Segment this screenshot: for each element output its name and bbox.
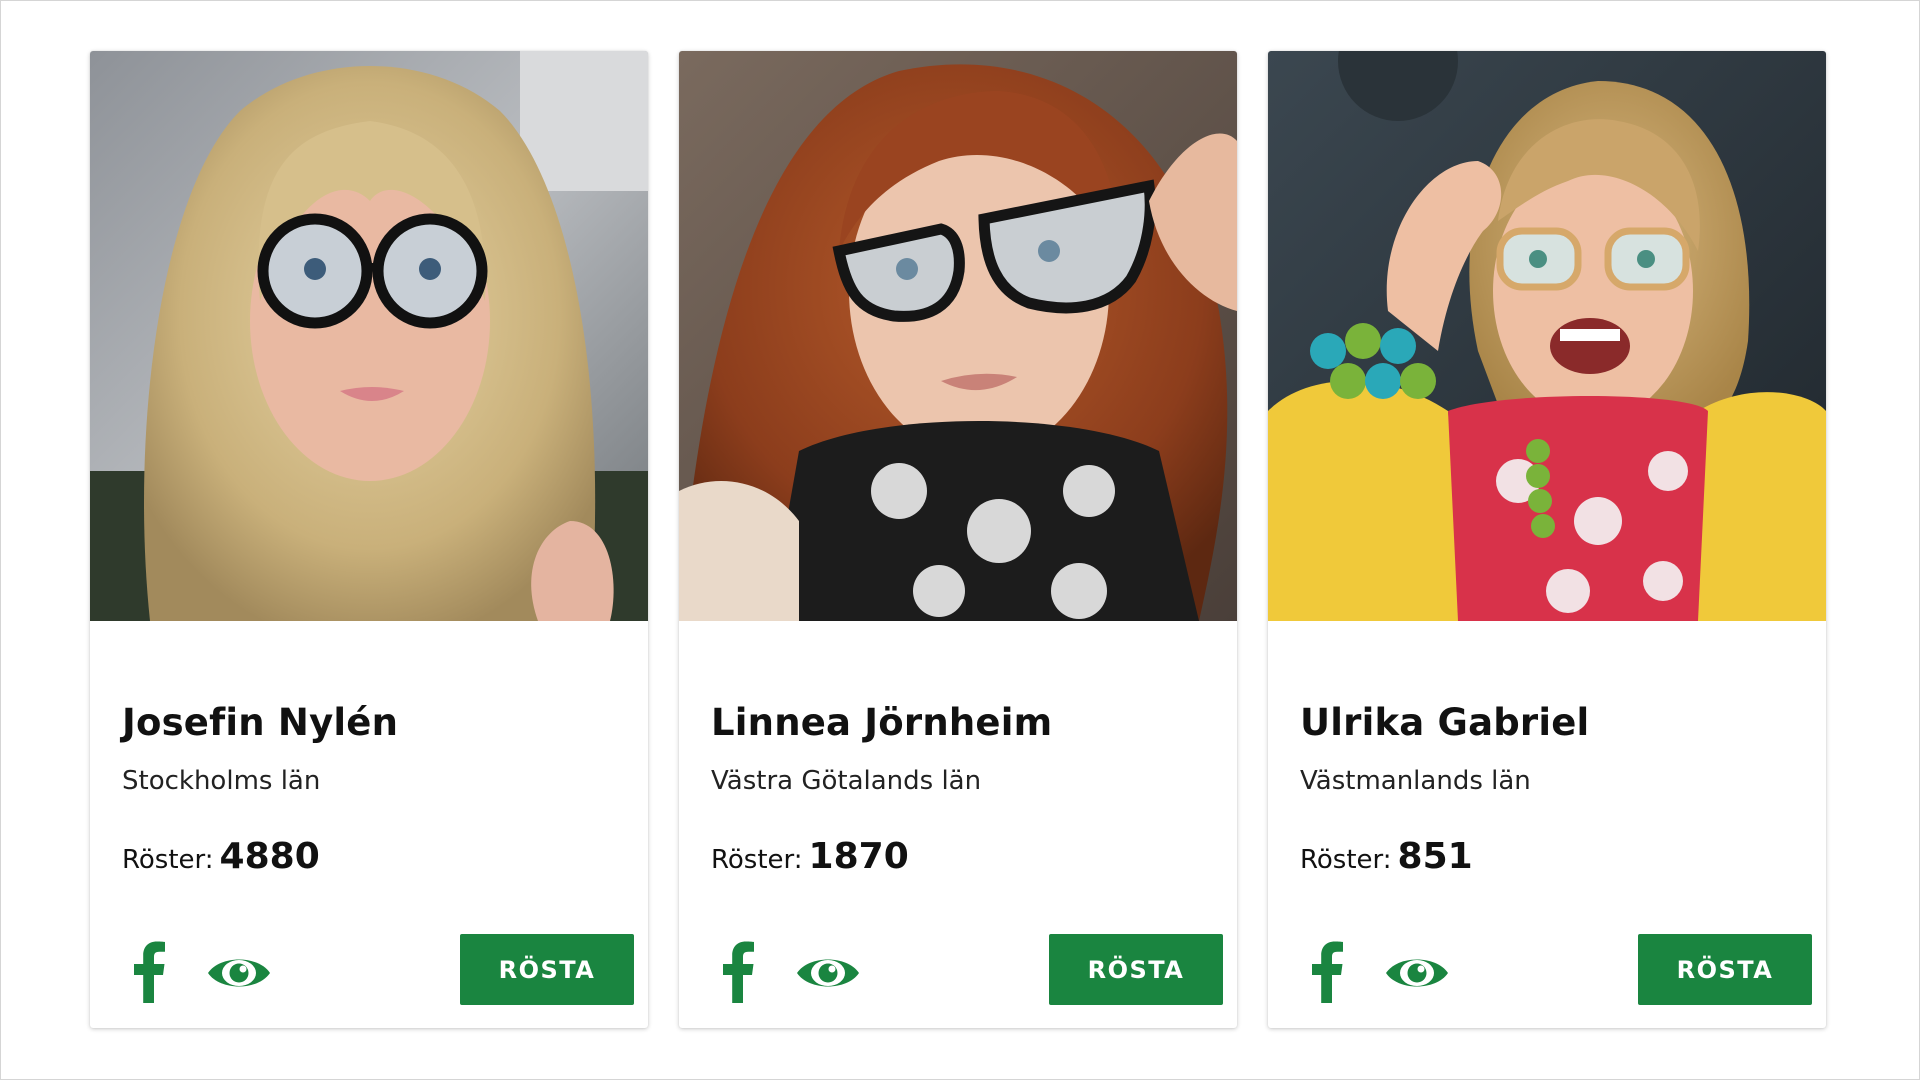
- candidate-card: Linnea Jörnheim Västra Götalands län Rös…: [679, 51, 1237, 1028]
- vote-button[interactable]: RÖSTA: [1638, 934, 1812, 1005]
- vote-count: Röster: 4880: [122, 836, 320, 877]
- votes-label: Röster:: [711, 845, 803, 875]
- vote-count: Röster: 851: [1300, 836, 1473, 877]
- candidate-name: Josefin Nylén: [122, 701, 399, 744]
- votes-value: 1870: [808, 836, 909, 877]
- candidate-name: Linnea Jörnheim: [711, 701, 1053, 744]
- candidate-region: Västra Götalands län: [711, 766, 982, 796]
- candidate-card: Ulrika Gabriel Västmanlands län Röster: 8…: [1268, 51, 1826, 1028]
- facebook-icon[interactable]: [721, 941, 755, 1003]
- candidate-region: Stockholms län: [122, 766, 321, 796]
- eye-icon[interactable]: [1384, 951, 1450, 995]
- eye-icon[interactable]: [206, 951, 272, 995]
- candidate-region: Västmanlands län: [1300, 766, 1531, 796]
- vote-button[interactable]: RÖSTA: [1049, 934, 1223, 1005]
- candidate-card: Josefin Nylén Stockholms län Röster: 4880…: [90, 51, 648, 1028]
- candidate-photo[interactable]: [90, 51, 648, 621]
- candidate-name: Ulrika Gabriel: [1300, 701, 1590, 744]
- votes-value: 851: [1397, 836, 1473, 877]
- candidate-photo[interactable]: [679, 51, 1237, 621]
- facebook-icon[interactable]: [132, 941, 166, 1003]
- votes-value: 4880: [219, 836, 320, 877]
- votes-label: Röster:: [1300, 845, 1392, 875]
- eye-icon[interactable]: [795, 951, 861, 995]
- vote-button[interactable]: RÖSTA: [460, 934, 634, 1005]
- facebook-icon[interactable]: [1310, 941, 1344, 1003]
- votes-label: Röster:: [122, 845, 214, 875]
- candidate-photo[interactable]: [1268, 51, 1826, 621]
- vote-count: Röster: 1870: [711, 836, 909, 877]
